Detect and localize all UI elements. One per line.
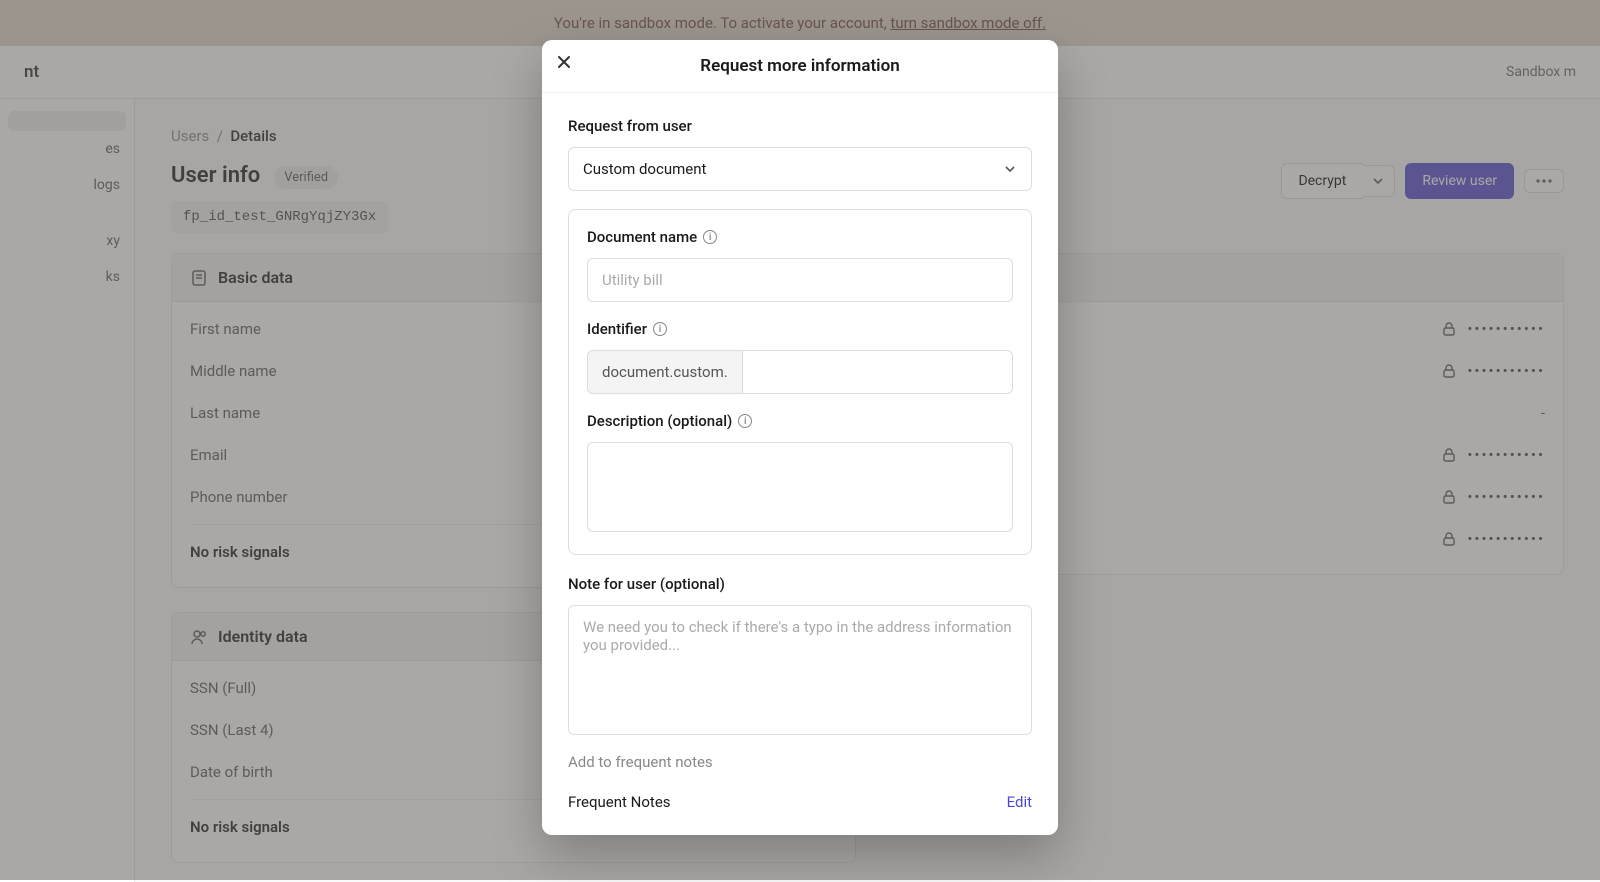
add-to-frequent-notes[interactable]: Add to frequent notes — [568, 753, 1032, 771]
description-label: Description (optional) — [587, 412, 732, 430]
info-icon[interactable]: i — [703, 230, 717, 244]
close-button[interactable] — [556, 54, 572, 70]
info-icon[interactable]: i — [738, 414, 752, 428]
request-info-modal: Request more information Request from us… — [542, 40, 1058, 835]
request-from-label: Request from user — [568, 117, 1032, 135]
note-label: Note for user (optional) — [568, 575, 1032, 593]
document-name-label: Document name — [587, 228, 697, 246]
identifier-input[interactable] — [742, 350, 1013, 394]
frequent-notes-label: Frequent Notes — [568, 793, 671, 811]
edit-frequent-notes[interactable]: Edit — [1007, 793, 1032, 811]
identifier-prefix: document.custom. — [587, 350, 742, 394]
description-textarea[interactable] — [587, 442, 1013, 532]
modal-title: Request more information — [558, 56, 1042, 76]
document-name-input[interactable] — [587, 258, 1013, 302]
info-icon[interactable]: i — [653, 322, 667, 336]
close-icon — [556, 54, 572, 70]
document-config-box: Document name i Identifier i document.cust… — [568, 209, 1032, 555]
modal-overlay[interactable]: Request more information Request from us… — [0, 0, 1600, 880]
chevron-down-icon — [1003, 162, 1017, 176]
note-textarea[interactable] — [568, 605, 1032, 735]
identifier-label: Identifier — [587, 320, 647, 338]
request-type-select[interactable]: Custom document — [568, 147, 1032, 191]
select-value: Custom document — [583, 160, 706, 178]
